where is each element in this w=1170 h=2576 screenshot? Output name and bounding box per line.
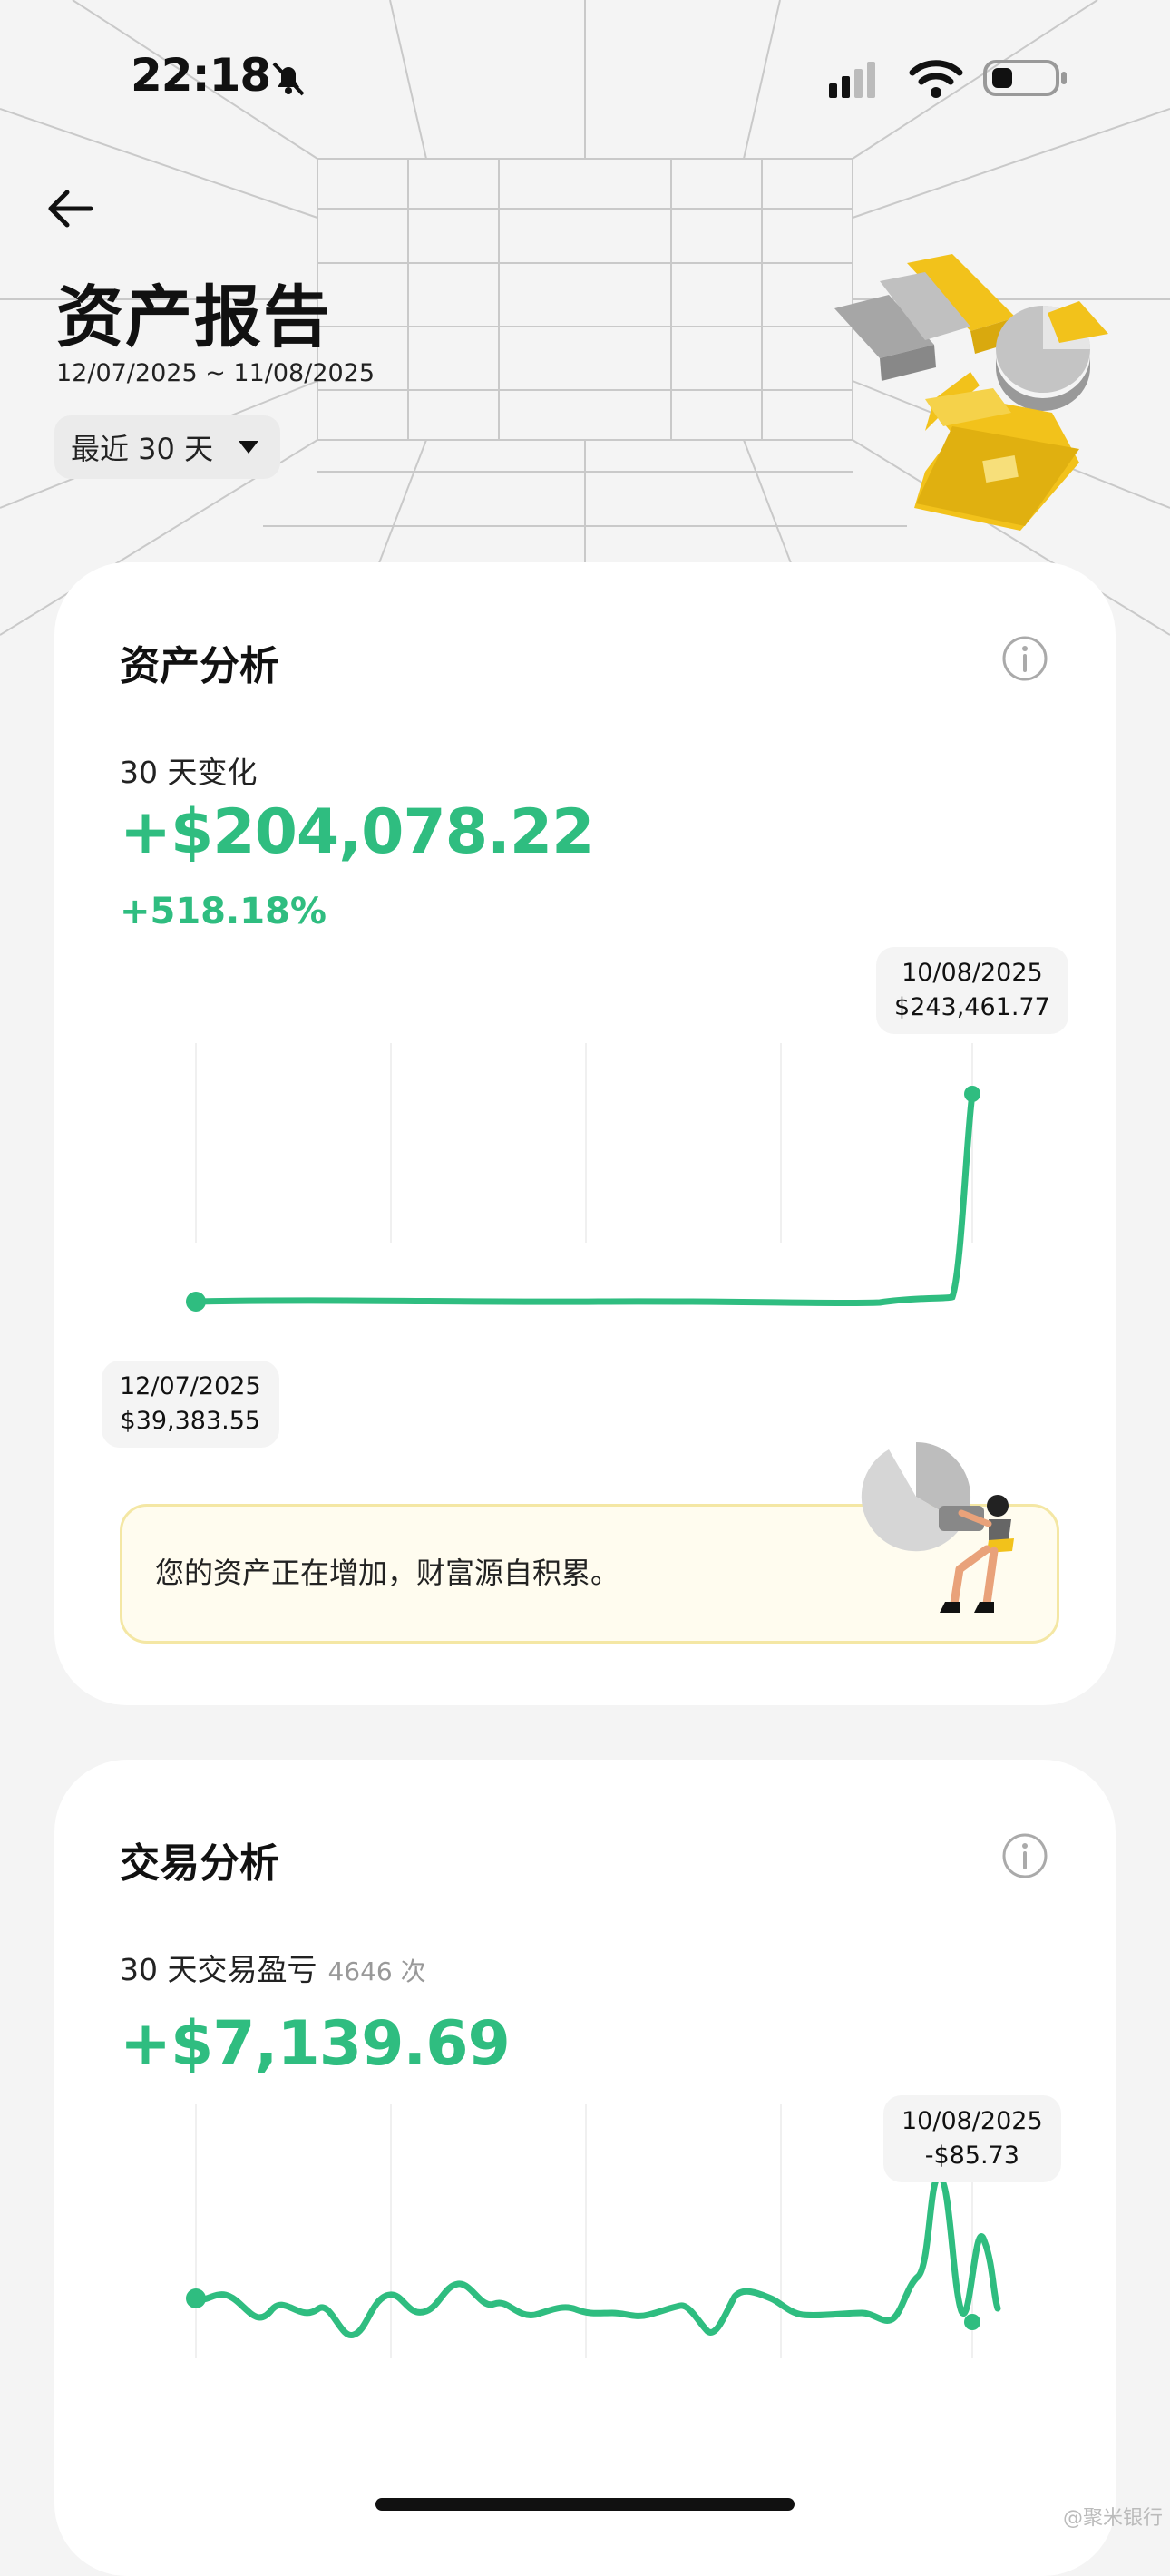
info-icon[interactable] — [1001, 635, 1048, 682]
back-arrow-icon[interactable] — [44, 181, 98, 236]
range-dropdown[interactable]: 最近 30 天 — [54, 415, 281, 479]
trade-end-tooltip: 10/08/2025 -$85.73 — [883, 2095, 1061, 2182]
trade-card-title: 交易分析 — [120, 1840, 279, 1887]
asset-start-tooltip: 12/07/2025 $39,383.55 — [102, 1361, 279, 1448]
trade-end-value: -$85.73 — [924, 2142, 1019, 2170]
asset-end-point — [964, 1086, 980, 1102]
change-percent: +518.18% — [120, 891, 327, 932]
caret-down-icon — [239, 441, 259, 454]
trade-start-point — [186, 2288, 206, 2308]
pnl-label-text: 30 天交易盈亏 — [120, 1952, 317, 1987]
page-title: 资产报告 — [56, 278, 332, 356]
asset-hint-text: 您的资产正在增加，财富源自积累。 — [155, 1556, 620, 1590]
asset-series-line — [192, 1090, 976, 1307]
asset-end-tooltip: 10/08/2025 $243,461.77 — [876, 947, 1068, 1034]
change-value: +$204,078.22 — [120, 796, 594, 868]
asset-start-value: $39,383.55 — [120, 1407, 261, 1435]
asset-start-point — [186, 1292, 206, 1312]
asset-card-title: 资产分析 — [120, 643, 279, 689]
pnl-label: 30 天交易盈亏 4646 次 — [120, 1946, 426, 1989]
watermark: @聚米银行 — [1062, 2507, 1163, 2530]
asset-start-date: 12/07/2025 — [120, 1372, 261, 1400]
asset-end-value: $243,461.77 — [894, 993, 1050, 1021]
person-pie-illustration — [861, 1442, 1014, 1613]
trade-count: 4646 次 — [327, 1956, 426, 1986]
range-dropdown-label: 最近 30 天 — [71, 432, 214, 466]
trade-end-point — [964, 2314, 980, 2330]
trade-end-date: 10/08/2025 — [902, 2107, 1043, 2135]
mute-bell-icon — [272, 62, 305, 96]
date-range: 12/07/2025 ~ 11/08/2025 — [56, 359, 375, 387]
change-label: 30 天变化 — [120, 755, 258, 790]
wifi-icon — [909, 60, 963, 98]
pnl-value: +$7,139.69 — [120, 2008, 511, 2080]
trade-analysis-card: 交易分析 30 天交易盈亏 4646 次 +$7,139.69 10/08/202… — [54, 1760, 1116, 2576]
battery-icon — [983, 60, 1067, 96]
trade-series-line — [192, 2173, 1001, 2338]
asset-analysis-card: 资产分析 30 天变化 +$204,078.22 +518.18% 10/08/… — [54, 562, 1116, 1705]
home-indicator[interactable] — [375, 2498, 795, 2511]
cellular-signal-icon — [829, 62, 875, 98]
asset-end-date: 10/08/2025 — [902, 959, 1043, 987]
info-icon[interactable] — [1001, 1832, 1048, 1879]
report-illustration — [834, 254, 1108, 531]
status-time: 22:18 — [131, 49, 271, 102]
